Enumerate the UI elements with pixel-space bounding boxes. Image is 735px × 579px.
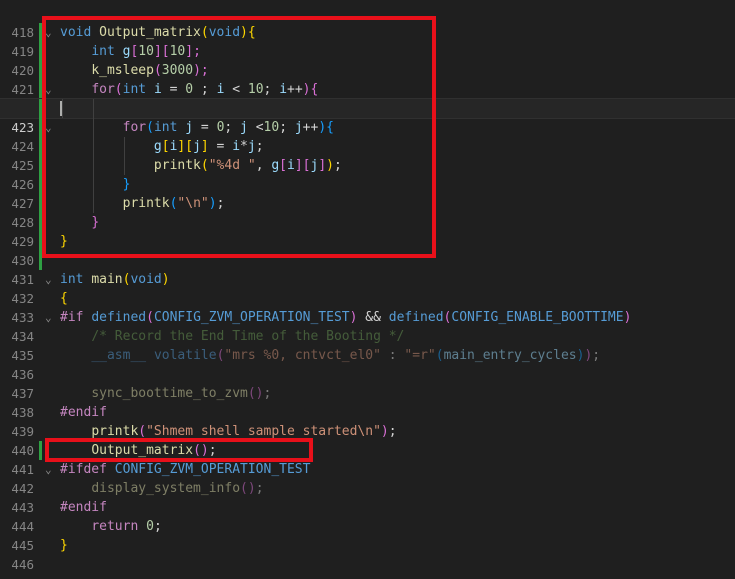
git-added-marker[interactable] <box>39 194 42 213</box>
code-text: Output_matrix(); <box>91 443 217 458</box>
code-text: display_system_info(); <box>91 481 264 496</box>
text-cursor <box>60 101 62 116</box>
code-text: } <box>60 538 68 553</box>
indent-guide <box>62 99 63 118</box>
code-line[interactable]: 424 ⌄ for(int j = 0; j <10; j++){ <box>0 118 735 154</box>
git-added-marker[interactable] <box>39 23 42 42</box>
code-line[interactable]: 440 printk("Shmem shell sample started\n… <box>0 422 735 458</box>
code-text: { <box>60 291 68 306</box>
code-text: printk("Shmem shell sample started\n"); <box>91 424 397 439</box>
chevron-down-icon[interactable]: ⌄ <box>45 80 55 99</box>
code-text: g[i][j] = i*j; <box>153 139 264 154</box>
git-added-marker[interactable] <box>39 137 42 156</box>
code-text: int g[10][10]; <box>91 44 201 59</box>
code-text: printk("\n"); <box>122 196 225 211</box>
code-line[interactable]: 447 <box>0 555 735 579</box>
code-line[interactable]: 419 ⌄ void Output_matrix(void){ <box>0 23 735 59</box>
code-text: for(int j = 0; j <10; j++){ <box>122 120 334 135</box>
code-line[interactable]: 418 <box>0 4 735 40</box>
code-line[interactable]: 430 } <box>0 232 735 268</box>
code-line[interactable]: 420 int g[10][10]; <box>0 42 735 78</box>
code-text: int main(void) <box>60 272 170 287</box>
git-added-marker[interactable] <box>39 99 42 118</box>
code-line[interactable]: 429 } <box>0 213 735 249</box>
code-line[interactable]: 431 <box>0 251 735 287</box>
git-added-marker[interactable] <box>39 156 42 175</box>
code-line[interactable]: 425 g[i][j] = i*j; <box>0 137 735 173</box>
line-number: 447 <box>0 574 34 579</box>
code-text: } <box>122 177 131 192</box>
git-added-marker[interactable] <box>39 42 42 61</box>
code-text: printk("%4d ", g[i][j]); <box>153 158 342 173</box>
code-line[interactable]: 439 #endif <box>0 403 735 439</box>
code-text: for(int i = 0 ; i < 10; i++){ <box>91 82 319 97</box>
chevron-down-icon[interactable]: ⌄ <box>45 118 55 137</box>
code-line-current[interactable]: 423 <box>0 98 735 135</box>
chevron-down-icon[interactable]: ⌄ <box>45 270 55 289</box>
code-text: return 0; <box>91 519 162 534</box>
code-line[interactable]: 422 ⌄ for(int i = 0 ; i < 10; i++){ <box>0 80 735 116</box>
code-line[interactable]: 437 <box>0 365 735 401</box>
code-line[interactable]: 433 { <box>0 289 735 325</box>
code-line[interactable]: 446 } <box>0 536 735 572</box>
code-text: k_msleep(3000); <box>91 63 209 78</box>
chevron-down-icon[interactable]: ⌄ <box>45 460 55 479</box>
code-line[interactable]: 421 k_msleep(3000); <box>0 61 735 97</box>
code-text: void Output_matrix(void){ <box>60 25 256 40</box>
code-editor[interactable]: 418 419 ⌄ void Output_matrix(void){ 420 … <box>0 0 735 579</box>
indent-guide <box>93 99 94 118</box>
git-added-marker[interactable] <box>39 251 42 270</box>
git-added-marker[interactable] <box>39 441 42 460</box>
code-line[interactable]: 426 printk("%4d ", g[i][j]); <box>0 156 735 192</box>
code-line[interactable]: 442 ⌄ #ifdef CONFIG_ZVM_OPERATION_TEST <box>0 460 735 496</box>
code-text: /* Record the End Time of the Booting */ <box>91 329 405 344</box>
git-added-marker[interactable] <box>39 118 42 137</box>
code-text: #endif <box>60 405 107 420</box>
code-text: __asm__ volatile("mrs %0, cntvct_el0" : … <box>91 348 601 363</box>
code-line[interactable]: 441 Output_matrix(); <box>0 441 735 477</box>
chevron-down-icon[interactable]: ⌄ <box>45 308 55 327</box>
code-text: #endif <box>60 500 107 515</box>
git-added-marker[interactable] <box>39 80 42 99</box>
code-line[interactable]: 445 return 0; <box>0 517 735 553</box>
code-text: sync_boottime_to_zvm(); <box>91 386 272 401</box>
code-lines: 418 419 ⌄ void Output_matrix(void){ 420 … <box>0 4 735 579</box>
code-line[interactable]: 436 __asm__ volatile("mrs %0, cntvct_el0… <box>0 346 735 382</box>
git-added-marker[interactable] <box>39 213 42 232</box>
code-line[interactable]: 435 /* Record the End Time of the Bootin… <box>0 327 735 363</box>
git-added-marker[interactable] <box>39 232 42 251</box>
code-line[interactable]: 428 printk("\n"); <box>0 194 735 230</box>
code-line[interactable]: 443 display_system_info(); <box>0 479 735 515</box>
git-added-marker[interactable] <box>39 61 42 80</box>
code-line[interactable]: 432 ⌄ int main(void) <box>0 270 735 306</box>
code-text: } <box>60 234 68 249</box>
code-text: #ifdef CONFIG_ZVM_OPERATION_TEST <box>60 462 311 477</box>
code-line[interactable]: 434 ⌄ #if defined(CONFIG_ZVM_OPERATION_T… <box>0 308 735 344</box>
code-text: } <box>91 215 100 230</box>
code-line[interactable]: 444 #endif <box>0 498 735 534</box>
code-line[interactable]: 438 sync_boottime_to_zvm(); <box>0 384 735 420</box>
git-added-marker[interactable] <box>39 175 42 194</box>
code-line[interactable]: 427 } <box>0 175 735 211</box>
chevron-down-icon[interactable]: ⌄ <box>45 23 55 42</box>
code-text: #if defined(CONFIG_ZVM_OPERATION_TEST) &… <box>60 310 632 325</box>
